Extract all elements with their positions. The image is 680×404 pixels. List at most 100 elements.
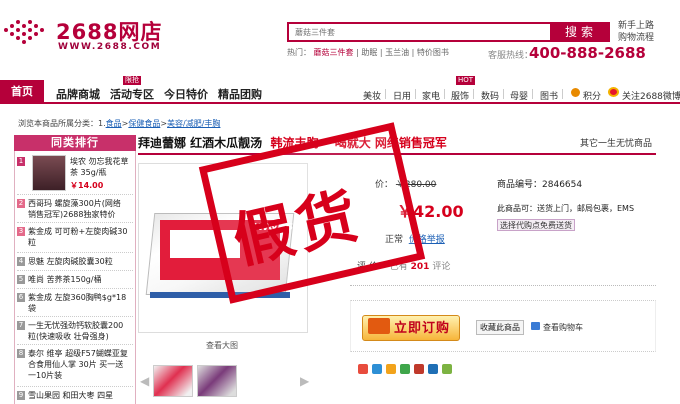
- nav-cat-books[interactable]: 图书: [540, 89, 558, 102]
- rank-number-9: 9: [17, 391, 25, 400]
- view-cart-icon: [531, 322, 540, 330]
- divider: [17, 316, 133, 317]
- divider: [532, 89, 533, 99]
- zoom-link[interactable]: 查看大图: [206, 340, 238, 351]
- rank-item[interactable]: 紫金成 左旋360胸鸭$g*18袋: [28, 292, 128, 314]
- divider: [17, 222, 133, 223]
- hot-label: 热门：: [287, 48, 311, 57]
- logo-mark-icon[interactable]: [4, 20, 46, 50]
- divider: [17, 252, 133, 253]
- rank-number-5: 5: [17, 275, 25, 284]
- hot-item[interactable]: 蘑菇三件套: [314, 48, 354, 57]
- rank-item[interactable]: 紫金成 可可粉+左旋肉碱30粒: [28, 226, 128, 248]
- rank-item-first-price: ￥14.00: [70, 181, 104, 190]
- cart-icon: [368, 318, 390, 334]
- rank-item-first[interactable]: 埃农 勿忘我花草茶 35g/瓶: [70, 156, 132, 178]
- breadcrumb: 浏览本商品所属分类：1.食品>保健食品>美容/减肥/丰胸: [18, 119, 221, 128]
- order-now-label[interactable]: 立即订购: [394, 317, 450, 336]
- rating-unit: 评论: [432, 262, 451, 272]
- rank-number-4: 4: [17, 257, 25, 266]
- divider: [444, 89, 445, 99]
- share-icon[interactable]: [400, 364, 410, 374]
- hot-item[interactable]: 特价图书: [417, 48, 449, 57]
- share-icon[interactable]: [428, 364, 438, 374]
- product-name: 拜迪蕾娜 红酒木瓜靓汤: [138, 136, 263, 150]
- hotline-label: 客服热线：: [488, 51, 534, 61]
- divider: [17, 270, 133, 271]
- thumbnail-1[interactable]: [153, 365, 193, 397]
- rank-number-7: 7: [17, 321, 25, 330]
- share-icon[interactable]: [358, 364, 368, 374]
- brand-url: WWW.2688.COM: [58, 42, 162, 52]
- view-cart-link[interactable]: 查看购物车: [543, 322, 583, 333]
- rank-item[interactable]: 思魅 左旋肉碱胶囊30粒: [28, 256, 128, 267]
- sku-label: 商品编号：: [497, 180, 543, 190]
- rank-number-2: 2: [17, 199, 25, 208]
- share-icon[interactable]: [386, 364, 396, 374]
- other-products-link[interactable]: 其它一生无忧商品: [580, 136, 652, 149]
- nav-cat-daily[interactable]: 日用: [393, 89, 411, 102]
- rank-number-1: 1: [17, 157, 25, 166]
- nav-cat-digital[interactable]: 数码: [481, 89, 499, 102]
- divider: [415, 89, 416, 99]
- rank-item[interactable]: 雪山果园 和田大枣 四星: [28, 390, 128, 401]
- nav-cat-baby[interactable]: 母婴: [510, 89, 528, 102]
- hotline-number: 400-888-2688: [529, 44, 646, 62]
- search-input[interactable]: [287, 22, 552, 42]
- divider: [17, 288, 133, 289]
- sku-value: 2846654: [542, 180, 583, 190]
- product-thumbnail[interactable]: [32, 155, 66, 191]
- rank-item[interactable]: 泰尔 维亭 超级F57蝴蝶亚复合食用仙人掌 30片 买一送一10片装: [28, 348, 128, 381]
- nav-activity[interactable]: 活动专区: [110, 86, 154, 102]
- thumb-prev-icon[interactable]: ◀: [140, 374, 149, 388]
- shipping-text: 此商品可：送货上门，邮局包裹，EMS: [497, 204, 635, 213]
- activity-badge: 限抢: [123, 76, 141, 85]
- rank-item[interactable]: 西哥玛 螺旋藻300片(网络销售冠军)2688独家特价: [28, 198, 128, 220]
- divider: [17, 386, 133, 387]
- share-icon[interactable]: [442, 364, 452, 374]
- nav-group-buy[interactable]: 精品团购: [218, 86, 262, 102]
- nav-brand-mall[interactable]: 品牌商城: [56, 86, 100, 102]
- nav-home[interactable]: 首页: [0, 80, 44, 104]
- rank-number-3: 3: [17, 227, 25, 236]
- weibo-icon: [608, 87, 619, 97]
- breadcrumb-health-food[interactable]: 保健食品: [128, 119, 160, 128]
- divider: [562, 89, 563, 99]
- share-icon[interactable]: [414, 364, 424, 374]
- divider: [385, 89, 386, 99]
- thumbnail-2[interactable]: [197, 365, 237, 397]
- pickup-point-button[interactable]: 选择代购点免费送货: [497, 219, 575, 231]
- thumb-next-icon[interactable]: ▶: [300, 374, 309, 388]
- nav-weibo[interactable]: 关注2688微博: [622, 89, 680, 102]
- breadcrumb-food[interactable]: 食品: [106, 119, 122, 128]
- top-links: 新手上路 购物流程: [618, 20, 654, 44]
- rank-number-6: 6: [17, 293, 25, 302]
- link-newbie[interactable]: 新手上路: [618, 20, 654, 32]
- nav-cat-apparel[interactable]: 服饰: [451, 89, 469, 102]
- divider: [473, 89, 474, 99]
- share-icon[interactable]: [372, 364, 382, 374]
- hot-item[interactable]: 助眠: [361, 48, 377, 57]
- ranking-title: 同类排行: [14, 135, 136, 151]
- divider: [503, 89, 504, 99]
- nav-cat-beauty[interactable]: 美妆: [363, 89, 381, 102]
- nav-cat-appliance[interactable]: 家电: [422, 89, 440, 102]
- hot-item[interactable]: 玉兰油: [385, 48, 409, 57]
- rank-item[interactable]: 唯尚 苦荞茶150g/桶: [28, 274, 128, 285]
- points-icon: [571, 88, 580, 97]
- divider: [17, 194, 133, 195]
- sku-row: 商品编号：2846654: [497, 177, 582, 190]
- breadcrumb-prefix: 浏览本商品所属分类：1.: [18, 119, 106, 128]
- rank-item[interactable]: 一生无忧强劲钙软胶囊200粒(快速吸收 壮骨强身): [28, 320, 128, 342]
- favorite-button[interactable]: 收藏此商品: [476, 320, 524, 335]
- nav-points[interactable]: 积分: [583, 89, 601, 102]
- breadcrumb-beauty-slim[interactable]: 美容/减肥/丰胸: [167, 119, 220, 128]
- hot-badge: HOT: [456, 76, 476, 85]
- rating-count[interactable]: 201: [411, 262, 430, 272]
- hot-searches: 热门： 蘑菇三件套 | 助眠 | 玉兰油 | 特价图书: [287, 48, 449, 57]
- divider: [350, 285, 656, 286]
- search-button[interactable]: 搜索: [552, 22, 610, 42]
- divider: [17, 344, 133, 345]
- link-shopping-process[interactable]: 购物流程: [618, 32, 654, 44]
- nav-today-deals[interactable]: 今日特价: [164, 86, 208, 102]
